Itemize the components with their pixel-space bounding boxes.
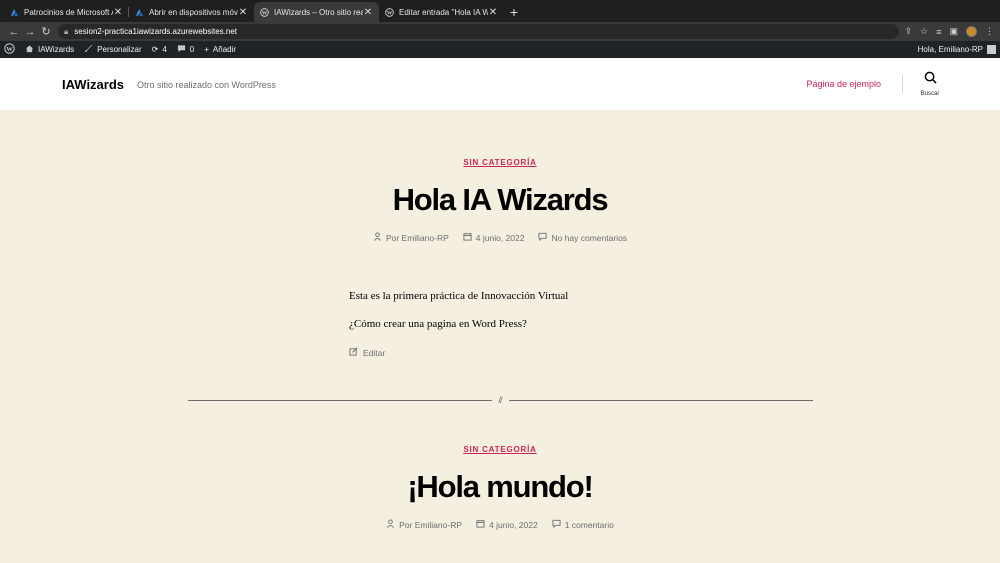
wordpress-icon: W bbox=[4, 43, 15, 56]
separator-mark: // bbox=[498, 395, 502, 405]
site-header: IAWizards Otro sitio realizado con WordP… bbox=[0, 58, 1000, 110]
forward-arrow-icon[interactable]: → bbox=[22, 26, 38, 38]
person-icon bbox=[373, 232, 382, 243]
tab-title: Editar entrada "Hola IA Wizards bbox=[399, 7, 488, 17]
header-divider bbox=[902, 75, 903, 93]
back-arrow-icon[interactable]: ← bbox=[6, 26, 22, 38]
post-author[interactable]: Por Emiliano-RP bbox=[373, 232, 449, 243]
plus-icon: + bbox=[204, 45, 209, 54]
home-icon bbox=[25, 44, 34, 55]
updates-icon: ⟳ bbox=[151, 45, 159, 54]
browser-tab[interactable]: Abrir en dispositivos móviles - ✕ bbox=[129, 2, 254, 22]
profile-avatar[interactable] bbox=[966, 26, 977, 37]
new-content-link[interactable]: + Añadir bbox=[204, 45, 236, 54]
my-account-menu[interactable]: Hola, Emiliano-RP bbox=[918, 45, 996, 54]
admin-site-label: IAWizards bbox=[38, 45, 75, 54]
wordpress-icon: W bbox=[260, 7, 269, 17]
tab-title: IAWizards – Otro sitio realizado bbox=[274, 7, 363, 17]
post-category-link[interactable]: SIN CATEGORÍA bbox=[463, 158, 536, 167]
browser-tab-strip: Patrocinios de Microsoft Azure ✕ Abrir e… bbox=[0, 0, 1000, 22]
post-author[interactable]: Por Emiliano-RP bbox=[386, 519, 462, 530]
post-author-text: Por Emiliano-RP bbox=[399, 519, 462, 530]
site-description: Otro sitio realizado con WordPress bbox=[137, 79, 276, 90]
site-title[interactable]: IAWizards bbox=[62, 77, 124, 92]
address-bar[interactable]: 🔒︎ sesion2-practica1iawizards.azurewebsi… bbox=[58, 24, 899, 39]
updates-link[interactable]: ⟳ 4 bbox=[152, 45, 167, 54]
post-meta: Por Emiliano-RP 4 junio, 2022 1 comentar… bbox=[0, 519, 1000, 530]
post-paragraph: Esta es la primera práctica de Innovacci… bbox=[349, 290, 569, 302]
post-comments-text: 1 comentario bbox=[564, 519, 614, 530]
post-content: Esta es la primera práctica de Innovacci… bbox=[349, 290, 651, 358]
edit-label: Editar bbox=[363, 347, 386, 358]
edit-post-link[interactable]: Editar bbox=[349, 347, 651, 358]
svg-text:W: W bbox=[262, 10, 268, 16]
user-avatar bbox=[987, 45, 996, 54]
wp-logo-menu[interactable]: W bbox=[4, 43, 15, 56]
tab-close-icon[interactable]: ✕ bbox=[488, 7, 498, 18]
bookmark-star-icon[interactable]: ☆ bbox=[920, 26, 928, 37]
calendar-icon bbox=[463, 232, 472, 243]
post: SIN CATEGORÍA ¡Hola mundo! Por Emiliano-… bbox=[0, 405, 1000, 530]
lock-icon: 🔒︎ bbox=[64, 26, 69, 36]
brush-icon bbox=[84, 44, 93, 55]
browser-tab[interactable]: Patrocinios de Microsoft Azure ✕ bbox=[4, 2, 129, 22]
pencil-icon bbox=[349, 347, 358, 358]
post-title[interactable]: ¡Hola mundo! bbox=[0, 469, 1000, 505]
updates-count: 4 bbox=[162, 45, 167, 54]
post-date-text: 4 junio, 2022 bbox=[489, 519, 538, 530]
tab-title: Abrir en dispositivos móviles - bbox=[149, 7, 238, 17]
post: SIN CATEGORÍA Hola IA Wizards Por Emilia… bbox=[0, 110, 1000, 405]
admin-site-link[interactable]: IAWizards bbox=[25, 44, 74, 55]
search-icon bbox=[924, 71, 937, 89]
kebab-menu-icon[interactable]: ⋮ bbox=[985, 26, 994, 37]
wp-admin-bar: W IAWizards Personalizar ⟳ 4 0 + Añadir … bbox=[0, 41, 1000, 58]
share-icon[interactable]: ⇪ bbox=[905, 26, 913, 37]
post-title[interactable]: Hola IA Wizards bbox=[0, 182, 1000, 218]
tab-close-icon[interactable]: ✕ bbox=[113, 7, 123, 18]
post-separator: // bbox=[187, 395, 813, 405]
post-meta: Por Emiliano-RP 4 junio, 2022 No hay com… bbox=[0, 232, 1000, 243]
svg-text:W: W bbox=[6, 46, 13, 53]
post-date[interactable]: 4 junio, 2022 bbox=[463, 232, 525, 243]
media-queue-icon[interactable]: ≡ bbox=[936, 27, 941, 37]
tab-close-icon[interactable]: ✕ bbox=[238, 7, 248, 18]
post-category-link[interactable]: SIN CATEGORÍA bbox=[463, 445, 536, 454]
url-text: sesion2-practica1iawizards.azurewebsites… bbox=[74, 27, 238, 36]
new-content-label: Añadir bbox=[212, 45, 237, 54]
comments-count: 0 bbox=[189, 45, 195, 54]
post-date-text: 4 junio, 2022 bbox=[475, 232, 525, 243]
search-toggle-button[interactable]: Buscar bbox=[918, 71, 942, 97]
tab-title: Patrocinios de Microsoft Azure bbox=[24, 7, 113, 17]
comment-bubble-icon bbox=[552, 519, 561, 530]
customize-link[interactable]: Personalizar bbox=[84, 44, 142, 55]
person-icon bbox=[386, 519, 395, 530]
browser-toolbar: ← → ↻ 🔒︎ sesion2-practica1iawizards.azur… bbox=[0, 22, 1000, 41]
azure-icon bbox=[10, 8, 19, 17]
browser-tab-active[interactable]: W IAWizards – Otro sitio realizado ✕ bbox=[254, 2, 379, 22]
azure-icon bbox=[135, 8, 144, 17]
nav-link-sample-page[interactable]: Página de ejemplo bbox=[806, 79, 881, 89]
search-label: Buscar bbox=[920, 91, 940, 97]
comment-bubble-icon bbox=[177, 44, 186, 55]
sidebar-icon[interactable]: ▣ bbox=[949, 26, 958, 37]
tab-close-icon[interactable]: ✕ bbox=[363, 7, 373, 18]
customize-label: Personalizar bbox=[97, 45, 142, 54]
wordpress-icon: W bbox=[385, 7, 394, 17]
calendar-icon bbox=[476, 519, 485, 530]
account-greeting: Hola, Emiliano-RP bbox=[917, 45, 983, 54]
new-tab-button[interactable]: + bbox=[504, 2, 524, 22]
post-comments[interactable]: 1 comentario bbox=[552, 519, 614, 530]
post-date[interactable]: 4 junio, 2022 bbox=[476, 519, 538, 530]
post-paragraph: ¿Cómo crear una pagina en Word Press? bbox=[349, 318, 527, 330]
comment-bubble-icon bbox=[538, 232, 548, 243]
comments-link[interactable]: 0 bbox=[177, 44, 194, 55]
post-comments[interactable]: No hay comentarios bbox=[538, 232, 627, 243]
separator-line bbox=[187, 400, 492, 401]
reload-icon[interactable]: ↻ bbox=[38, 25, 54, 38]
svg-text:W: W bbox=[387, 10, 393, 16]
separator-line bbox=[508, 400, 813, 401]
browser-tab[interactable]: W Editar entrada "Hola IA Wizards ✕ bbox=[379, 2, 504, 22]
post-author-text: Por Emiliano-RP bbox=[385, 232, 449, 243]
post-comments-text: No hay comentarios bbox=[551, 232, 628, 243]
